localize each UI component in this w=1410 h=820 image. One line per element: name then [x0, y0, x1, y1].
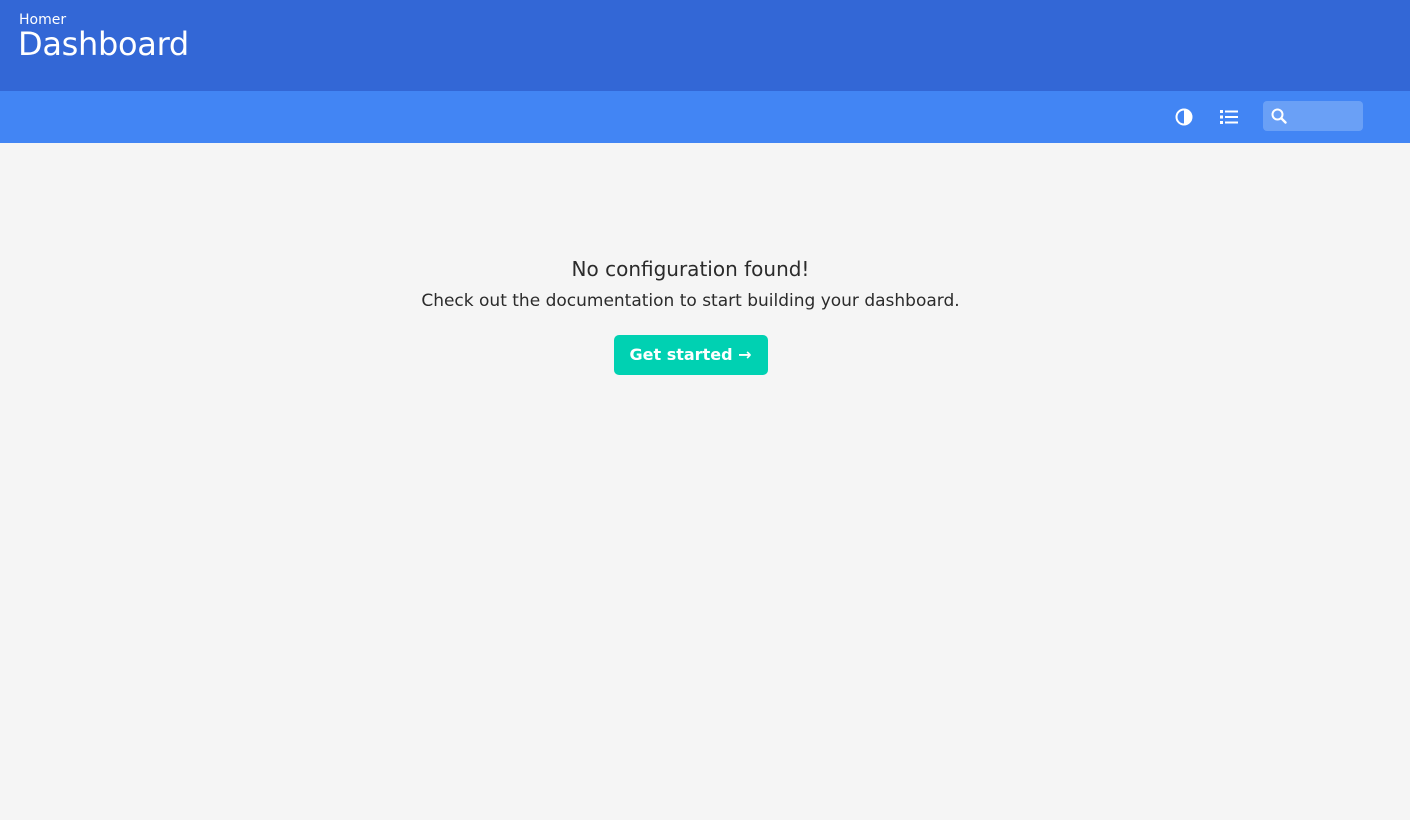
- half-circle-contrast-icon: [1175, 108, 1193, 126]
- theme-toggle-button[interactable]: [1172, 105, 1196, 129]
- page-header: Homer Dashboard: [0, 0, 1410, 91]
- search-input[interactable]: [1293, 105, 1357, 127]
- search-icon: [1271, 108, 1287, 124]
- get-started-button[interactable]: Get started →: [613, 335, 768, 375]
- message-heading: No configuration found!: [571, 257, 810, 281]
- message-text: Check out the documentation to start bui…: [421, 291, 960, 311]
- search-box[interactable]: [1263, 101, 1363, 131]
- layout-toggle-button[interactable]: [1217, 105, 1241, 129]
- list-icon: [1220, 110, 1238, 124]
- no-config-message: No configuration found! Check out the do…: [0, 255, 1381, 375]
- navbar: [0, 91, 1410, 143]
- page-title: Dashboard: [18, 25, 189, 63]
